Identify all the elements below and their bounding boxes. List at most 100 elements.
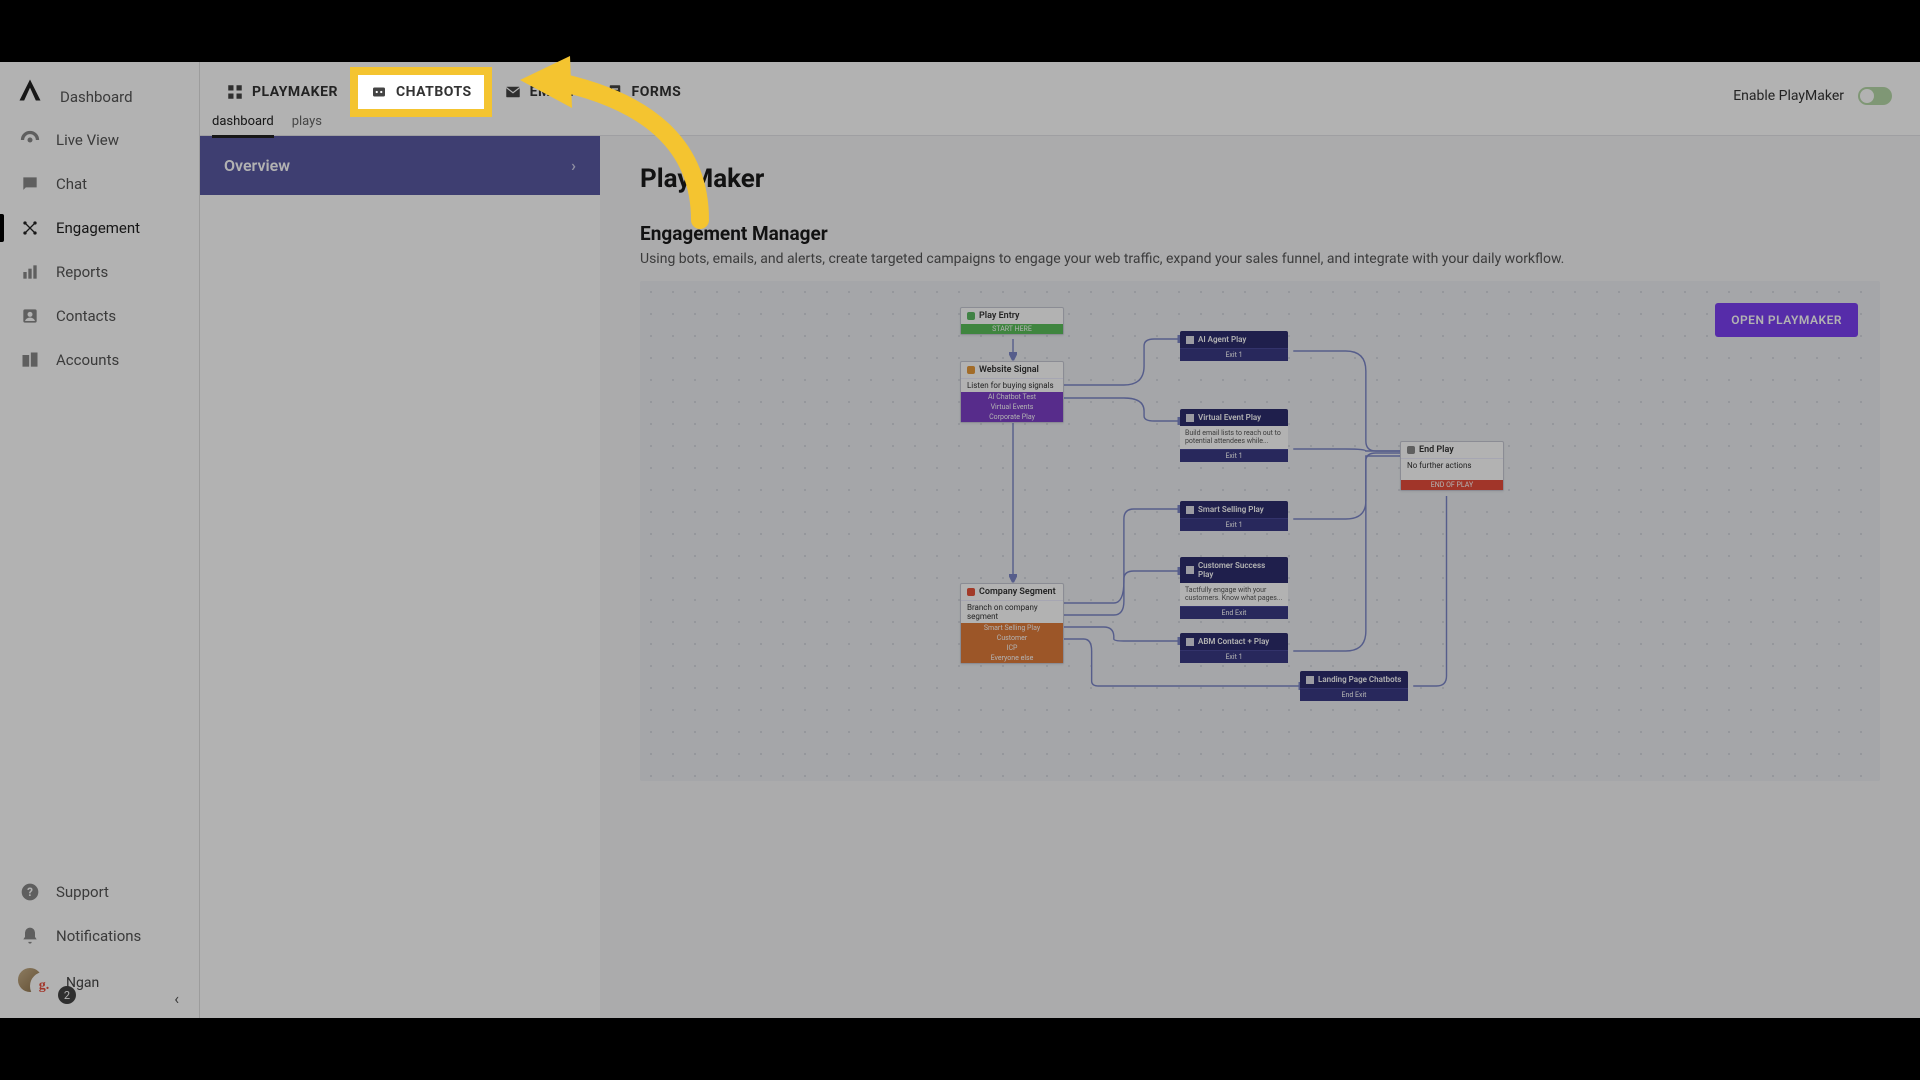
playmaker-canvas[interactable]: OPEN PLAYMAKER [640,281,1880,781]
node-exit: Exit 1 [1180,518,1288,531]
node-title: Website Signal [979,365,1039,375]
tab-forms[interactable]: FORMS [592,73,696,111]
avatar-initial: g. [30,972,58,1000]
enable-playmaker-toggle[interactable] [1858,87,1892,105]
sidebar-item-label: Reports [56,263,108,281]
sidebar-item-label: Contacts [56,307,116,325]
node-stripe: START HERE [961,324,1063,334]
sidebar-item-label: Engagement [56,219,140,237]
node-title: Customer Success Play [1198,561,1282,579]
open-playmaker-button[interactable]: OPEN PLAYMAKER [1715,303,1858,337]
node-play-entry[interactable]: Play Entry START HERE [960,307,1064,335]
content-row: Overview › PlayMaker Engagement Manager … [200,136,1920,1018]
tab-label: PLAYMAKER [252,84,338,100]
play-icon [1186,638,1194,646]
sidebar-item-support[interactable]: ? Support [0,870,199,914]
tab-label: CHATBOTS [396,84,472,100]
sidebar-item-label: Dashboard [60,88,133,106]
letterbox-top [0,0,1920,62]
topbar-right: Enable PlayMaker [1733,72,1892,120]
node-smart-selling-play[interactable]: Smart Selling Play Exit 1 [1180,501,1288,531]
sidebar-item-notifications[interactable]: Notifications [0,914,199,958]
node-website-signal[interactable]: Website Signal Listen for buying signals… [960,361,1064,423]
app-frame: Dashboard Live View Chat Engagement Repo… [0,62,1920,1018]
live-view-icon [20,130,40,150]
enable-playmaker-label: Enable PlayMaker [1733,88,1844,104]
tab-label: FORMS [632,84,682,100]
sidebar-item-dashboard[interactable]: Dashboard [0,76,199,118]
play-icon [1186,566,1194,574]
node-title: Smart Selling Play [1198,505,1264,514]
sidebar-item-label: Chat [56,175,87,193]
primary-nav: Dashboard Live View Chat Engagement Repo… [0,118,199,382]
node-row: Everyone else [961,653,1063,663]
help-icon: ? [20,882,40,902]
overview-label: Overview [224,156,290,175]
node-exit: Exit 1 [1180,650,1288,663]
node-ai-agent-play[interactable]: AI Agent Play Exit 1 [1180,331,1288,361]
node-company-segment[interactable]: Company Segment Branch on company segmen… [960,583,1064,664]
chat-icon [20,174,40,194]
sidebar-collapse-button[interactable]: ‹ [174,989,179,1008]
play-icon [1186,336,1194,344]
page-content: PlayMaker Engagement Manager Using bots,… [600,136,1920,1018]
play-icon [1306,676,1314,684]
play-icon [1186,506,1194,514]
node-customer-success-play[interactable]: Customer Success Play Tactfully engage w… [1180,557,1288,619]
svg-text:?: ? [27,885,33,899]
sidebar-item-engagement[interactable]: Engagement [0,206,199,250]
tab-playmaker[interactable]: PLAYMAKER [212,73,352,111]
sidebar-item-chat[interactable]: Chat [0,162,199,206]
avatar-stack: g. [16,966,56,1000]
node-virtual-event-play[interactable]: Virtual Event Play Build email lists to … [1180,409,1288,462]
sub-tabs: dashboard plays [212,114,322,138]
email-icon [504,83,522,101]
sidebar-item-label: Notifications [56,927,141,945]
reports-icon [20,262,40,282]
node-title: Company Segment [979,587,1056,597]
tab-email[interactable]: EMAIL [490,73,588,111]
sidebar-bottom: ? Support Notifications g. Ngan 2 ‹ [0,870,199,1018]
subtab-dashboard[interactable]: dashboard [212,114,274,138]
page-title: PlayMaker [640,164,1880,194]
left-sidebar: Dashboard Live View Chat Engagement Repo… [0,62,200,1018]
tab-chatbots[interactable]: CHATBOTS [356,73,486,111]
node-subtitle: No further actions [1401,458,1503,472]
letterbox-bottom [0,1018,1920,1080]
main-area: PLAYMAKER CHATBOTS EMAIL FORMS dashboard… [200,62,1920,1018]
node-subtitle: Branch on company segment [961,600,1063,623]
subtab-plays[interactable]: plays [292,114,322,138]
playmaker-icon [226,83,244,101]
overview-item[interactable]: Overview › [200,136,600,195]
node-row: Virtual Events [961,402,1063,412]
sidebar-item-accounts[interactable]: Accounts [0,338,199,382]
sidebar-item-live-view[interactable]: Live View [0,118,199,162]
node-abm-contact-play[interactable]: ABM Contact + Play Exit 1 [1180,633,1288,663]
notification-badge: 2 [58,986,76,1004]
node-exit: End Exit [1300,688,1408,701]
sidebar-item-reports[interactable]: Reports [0,250,199,294]
accounts-icon [20,350,40,370]
node-title: End Play [1419,445,1454,455]
node-title: ABM Contact + Play [1198,637,1269,646]
node-row: END OF PLAY [1401,480,1503,490]
contacts-icon [20,306,40,326]
section-title: Engagement Manager [640,222,1880,245]
bell-icon [20,926,40,946]
overview-panel: Overview › [200,136,600,1018]
sidebar-item-contacts[interactable]: Contacts [0,294,199,338]
node-row: Corporate Play [961,412,1063,422]
user-menu[interactable]: g. Ngan 2 [0,958,199,1008]
top-bar: PLAYMAKER CHATBOTS EMAIL FORMS dashboard… [200,62,1920,136]
chevron-right-icon: › [571,156,576,175]
node-exit: Exit 1 [1180,348,1288,361]
node-end-play[interactable]: End Play No further actions END OF PLAY [1400,441,1504,491]
tab-label: EMAIL [530,84,574,100]
node-row: Smart Selling Play [961,623,1063,633]
engagement-icon [20,218,40,238]
node-title: Landing Page Chatbots [1318,675,1401,684]
node-desc: Tactfully engage with your customers. Kn… [1180,583,1288,606]
node-subtitle: Listen for buying signals [961,378,1063,392]
node-landing-page-chatbots[interactable]: Landing Page Chatbots End Exit [1300,671,1408,701]
node-exit: Exit 1 [1180,449,1288,462]
